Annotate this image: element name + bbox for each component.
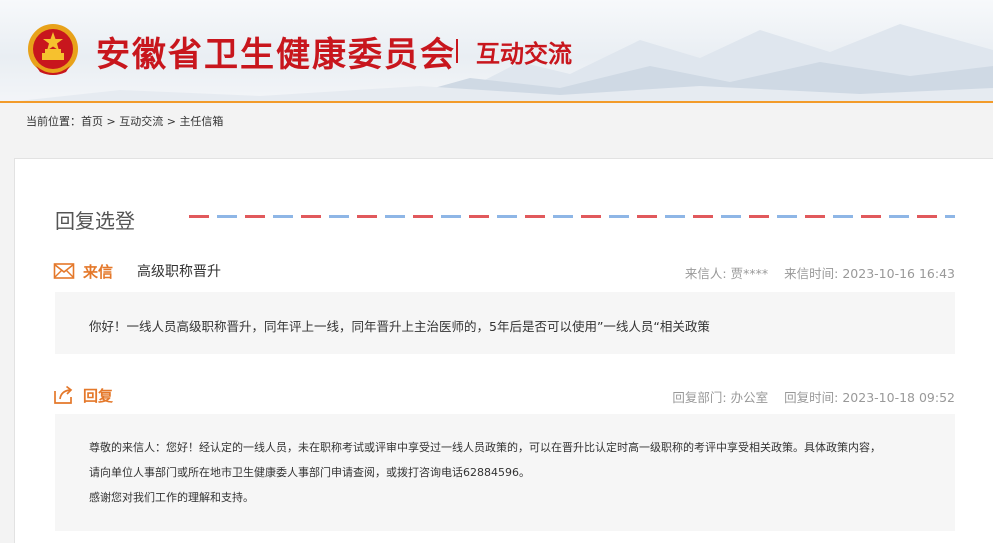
breadcrumb-item-interaction[interactable]: 互动交流	[119, 115, 163, 128]
reply-header: 回复 回复部门: 办公室 回复时间: 2023-10-18 09:52	[53, 384, 955, 406]
content-panel: 回复选登 来信 高级职称晋升 来信人: 贾**** 来信时间: 2023-10-16…	[14, 158, 993, 543]
breadcrumb-item-home[interactable]: 首页	[81, 115, 103, 128]
airmail-divider	[189, 215, 955, 218]
reply-time: 2023-10-18 09:52	[842, 390, 955, 405]
sender-name: 贾****	[730, 266, 769, 281]
letter-meta: 来信人: 贾**** 来信时间: 2023-10-16 16:43	[681, 263, 955, 282]
letter-body: 你好！一线人员高级职称晋升，同年评上一线，同年晋升上主治医师的，5年后是否可以使…	[89, 319, 710, 334]
letter-time-label: 来信时间:	[784, 266, 839, 281]
reply-kind-label: 回复	[83, 387, 114, 405]
national-emblem-icon	[28, 24, 78, 75]
letter-header: 来信 高级职称晋升 来信人: 贾**** 来信时间: 2023-10-16 16:4…	[53, 260, 955, 282]
reply-line: 请向单位人事部门或所在地市卫生健康委人事部门申请查阅，或拨打咨询电话628845…	[89, 466, 530, 479]
breadcrumb: 当前位置：首页 > 互动交流 > 主任信箱	[0, 103, 993, 141]
panel-heading: 回复选登	[55, 209, 135, 233]
breadcrumb-separator: >	[163, 115, 180, 128]
site-title[interactable]: 安徽省卫生健康委员会	[96, 27, 456, 76]
section-title[interactable]: 互动交流	[476, 34, 572, 69]
breadcrumb-prefix: 当前位置：	[26, 115, 81, 128]
sender-label: 来信人:	[684, 266, 727, 281]
reply-line: 尊敬的来信人：您好！经认定的一线人员，未在职称考试或评审中享受过一线人员政策的，…	[89, 441, 881, 454]
breadcrumb-separator: >	[103, 115, 120, 128]
reply-dept: 办公室	[730, 390, 769, 405]
share-reply-icon	[54, 385, 73, 404]
letter-subject: 高级职称晋升	[137, 264, 221, 280]
reply-body-box: 尊敬的来信人：您好！经认定的一线人员，未在职称考试或评审中享受过一线人员政策的，…	[55, 414, 955, 531]
reply-meta: 回复部门: 办公室 回复时间: 2023-10-18 09:52	[668, 387, 955, 406]
envelope-icon	[53, 263, 75, 279]
title-divider	[456, 39, 458, 63]
breadcrumb-item-mailbox[interactable]: 主任信箱	[179, 115, 223, 128]
header-accent-line	[0, 101, 993, 103]
reply-line: 感谢您对我们工作的理解和支持。	[89, 491, 254, 504]
letter-body-box: 你好！一线人员高级职称晋升，同年评上一线，同年晋升上主治医师的，5年后是否可以使…	[55, 292, 955, 354]
reply-dept-label: 回复部门:	[672, 390, 727, 405]
letter-time: 2023-10-16 16:43	[842, 266, 955, 281]
site-header: 安徽省卫生健康委员会 互动交流	[0, 0, 993, 103]
letter-kind-label: 来信	[83, 263, 114, 281]
reply-time-label: 回复时间:	[784, 390, 839, 405]
